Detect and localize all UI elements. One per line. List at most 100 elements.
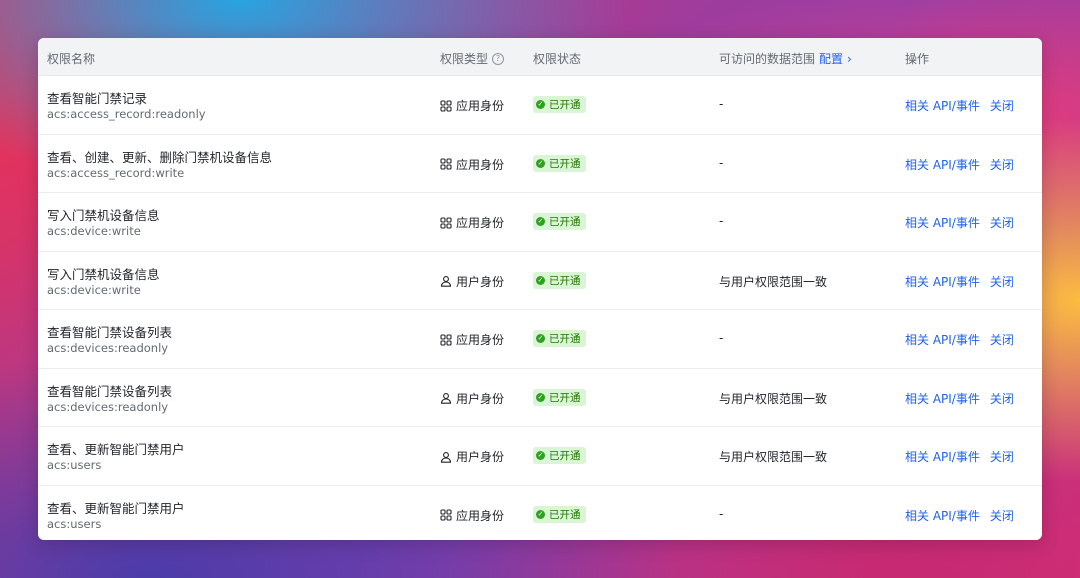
permission-type-label: 应用身份 <box>456 216 505 230</box>
header-scope: 可访问的数据范围 配置 › <box>719 50 852 67</box>
data-scope: - <box>719 214 724 228</box>
status-label: 已开通 <box>549 333 581 345</box>
row-actions: 相关 API/事件 关闭 <box>905 97 1014 114</box>
data-scope: - <box>719 506 724 521</box>
table-header: 权限名称 权限类型 ? 权限状态 可访问的数据范围 配置 › 操作 <box>38 38 1042 76</box>
help-icon[interactable]: ? <box>492 52 505 65</box>
permission-type-label: 应用身份 <box>456 99 505 113</box>
permission-code: acs:devices:readonly <box>47 341 169 355</box>
check-circle-icon: ✓ <box>536 451 545 460</box>
table-row: 查看智能门禁设备列表 acs:devices:readonly 应用身份 ✓ 已… <box>38 310 1042 369</box>
header-scope-label: 可访问的数据范围 <box>719 52 816 66</box>
status-badge: ✓ 已开通 <box>533 213 586 230</box>
status-badge: ✓ 已开通 <box>533 96 586 113</box>
related-api-link[interactable]: 相关 API/事件 <box>905 97 980 114</box>
data-scope: 与用户权限范围一致 <box>719 274 828 289</box>
close-permission-link[interactable]: 关闭 <box>990 507 1014 524</box>
row-actions: 相关 API/事件 关闭 <box>905 156 1014 173</box>
status-badge: ✓ 已开通 <box>533 330 586 347</box>
permission-title: 查看、更新智能门禁用户 <box>47 500 185 516</box>
permission-title: 查看、创建、更新、删除门禁机设备信息 <box>47 149 273 165</box>
status-badge: ✓ 已开通 <box>533 154 586 172</box>
permission-type: 应用身份 <box>440 331 504 348</box>
permissions-table: 权限名称 权限类型 ? 权限状态 可访问的数据范围 配置 › 操作 查看智能门禁… <box>38 38 1042 540</box>
status-label: 已开通 <box>549 99 581 111</box>
permission-type: 用户身份 <box>440 273 504 290</box>
permission-code: acs:devices:readonly <box>47 399 169 414</box>
header-type: 权限类型 ? <box>440 50 505 67</box>
permission-code: acs:access_record:write <box>47 165 185 180</box>
permission-type: 用户身份 <box>440 448 504 465</box>
related-api-link[interactable]: 相关 API/事件 <box>905 156 980 173</box>
row-actions: 相关 API/事件 关闭 <box>905 273 1014 290</box>
permission-code: acs:access_record:readonly <box>47 107 206 121</box>
scope-config-label: 配置 <box>819 52 844 66</box>
status-badge: ✓ 已开通 <box>533 271 586 289</box>
row-actions: 相关 API/事件 关闭 <box>905 390 1014 407</box>
table-row: 查看、更新智能门禁用户 acs:users 应用身份 ✓ 已开通 - 相关 AP… <box>38 486 1042 541</box>
close-permission-link[interactable]: 关闭 <box>990 156 1014 173</box>
permission-type: 应用身份 <box>440 156 504 173</box>
user-icon <box>440 275 452 287</box>
permission-code: acs:device:write <box>47 224 141 238</box>
table-row: 写入门禁机设备信息 acs:device:write 应用身份 ✓ 已开通 - … <box>38 193 1042 252</box>
permission-type-label: 用户身份 <box>456 391 505 406</box>
close-permission-link[interactable]: 关闭 <box>990 390 1014 407</box>
row-actions: 相关 API/事件 关闭 <box>905 448 1014 465</box>
scope-config-link[interactable]: 配置 › <box>819 50 852 67</box>
close-permission-link[interactable]: 关闭 <box>990 448 1014 465</box>
check-circle-icon: ✓ <box>536 217 545 226</box>
related-api-link[interactable]: 相关 API/事件 <box>905 507 980 524</box>
related-api-link[interactable]: 相关 API/事件 <box>905 273 980 290</box>
permission-code: acs:users <box>47 516 102 531</box>
status-label: 已开通 <box>549 216 581 228</box>
grid-icon <box>440 216 452 229</box>
check-circle-icon: ✓ <box>536 392 545 402</box>
permission-code: acs:users <box>47 458 102 472</box>
permission-code: acs:device:write <box>47 282 141 297</box>
header-type-label: 权限类型 <box>440 52 489 66</box>
data-scope: 与用户权限范围一致 <box>719 450 828 464</box>
related-api-link[interactable]: 相关 API/事件 <box>905 331 980 348</box>
data-scope: - <box>719 97 724 111</box>
table-row: 写入门禁机设备信息 acs:device:write 用户身份 ✓ 已开通 与用… <box>38 252 1042 310</box>
table-row: 查看、创建、更新、删除门禁机设备信息 acs:access_record:wri… <box>38 135 1042 193</box>
close-permission-link[interactable]: 关闭 <box>990 97 1014 114</box>
header-ops: 操作 <box>905 52 930 66</box>
related-api-link[interactable]: 相关 API/事件 <box>905 214 980 231</box>
permission-title: 查看智能门禁设备列表 <box>47 325 173 340</box>
data-scope: - <box>719 331 724 345</box>
permission-title: 查看智能门禁记录 <box>47 91 148 106</box>
permission-type-label: 应用身份 <box>456 157 505 172</box>
related-api-link[interactable]: 相关 API/事件 <box>905 390 980 407</box>
check-circle-icon: ✓ <box>536 509 545 519</box>
status-label: 已开通 <box>549 450 581 462</box>
permission-title: 查看智能门禁设备列表 <box>47 383 173 399</box>
close-permission-link[interactable]: 关闭 <box>990 214 1014 231</box>
permission-title: 写入门禁机设备信息 <box>47 208 160 223</box>
status-badge: ✓ 已开通 <box>533 447 586 464</box>
grid-icon <box>440 509 452 521</box>
check-circle-icon: ✓ <box>536 100 545 109</box>
status-label: 已开通 <box>549 508 581 521</box>
grid-icon <box>440 333 452 346</box>
chevron-right-icon: › <box>847 51 852 66</box>
header-name: 权限名称 <box>47 52 96 66</box>
user-icon <box>440 451 452 463</box>
status-badge: ✓ 已开通 <box>533 505 586 523</box>
table-row: 查看智能门禁记录 acs:access_record:readonly 应用身份… <box>38 76 1042 135</box>
table-body: 查看智能门禁记录 acs:access_record:readonly 应用身份… <box>38 76 1042 540</box>
close-permission-link[interactable]: 关闭 <box>990 331 1014 348</box>
related-api-link[interactable]: 相关 API/事件 <box>905 448 980 465</box>
permission-type-label: 用户身份 <box>456 274 505 289</box>
permission-title: 查看、更新智能门禁用户 <box>47 442 185 457</box>
permission-type-label: 用户身份 <box>456 450 505 464</box>
permission-type-label: 应用身份 <box>456 333 505 347</box>
row-actions: 相关 API/事件 关闭 <box>905 214 1014 231</box>
check-circle-icon: ✓ <box>536 334 545 343</box>
grid-icon <box>440 158 452 170</box>
status-badge: ✓ 已开通 <box>533 388 586 406</box>
permission-type: 应用身份 <box>440 97 504 114</box>
close-permission-link[interactable]: 关闭 <box>990 273 1014 290</box>
row-actions: 相关 API/事件 关闭 <box>905 331 1014 348</box>
